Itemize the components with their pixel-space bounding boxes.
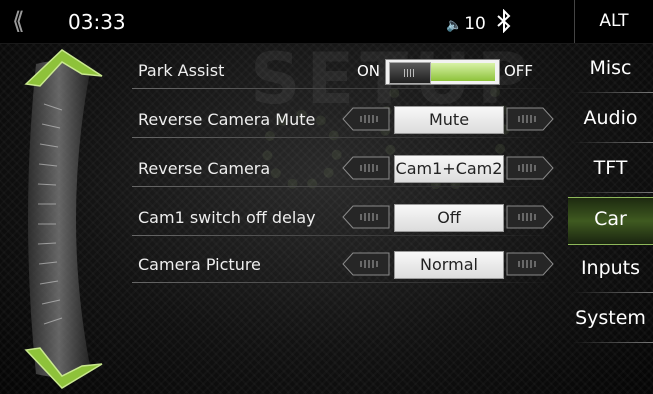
setting-label: Park Assist [138, 61, 225, 80]
volume-level: 10 [464, 14, 486, 34]
tab-audio[interactable]: Audio [568, 97, 653, 143]
setting-row-reverse-camera: Reverse Camera Cam1+Cam2 [132, 153, 560, 187]
tab-label: Misc [589, 57, 632, 79]
category-sidebar: Misc Audio TFT Car Inputs System [568, 43, 653, 394]
tab-divider [572, 292, 653, 293]
alt-button[interactable]: ALT [575, 0, 653, 43]
double-chevron-left-icon[interactable]: ⟨⟨ [12, 7, 25, 35]
row-divider [132, 235, 560, 236]
tab-divider [572, 142, 653, 143]
tab-divider [572, 92, 653, 93]
arrow-right-icon[interactable] [505, 252, 555, 276]
status-bar: ⟨⟨ 03:33 🔈 10 ALT [0, 0, 653, 44]
arrow-left-icon[interactable] [341, 205, 391, 229]
setting-value: Normal [394, 251, 504, 279]
tab-label: TFT [593, 157, 628, 179]
row-divider [132, 186, 560, 187]
arrow-left-icon[interactable] [341, 107, 391, 131]
setting-row-park-assist: Park Assist ON OFF [132, 55, 560, 89]
tab-label: System [575, 307, 646, 329]
row-divider [132, 282, 560, 283]
arrow-right-icon[interactable] [505, 205, 555, 229]
settings-screen: SETUP ⟨⟨ 03:33 🔈10 ALT Park As [0, 0, 653, 394]
toggle-fill [431, 63, 495, 81]
tab-label: Car [594, 208, 627, 230]
park-assist-toggle[interactable] [385, 59, 500, 85]
setting-value: Off [394, 204, 504, 232]
tab-inputs[interactable]: Inputs [568, 247, 653, 293]
toggle-knob[interactable] [389, 62, 431, 84]
setting-row-camera-picture: Camera Picture Normal [132, 249, 560, 283]
bluetooth-icon [497, 9, 511, 33]
arrow-left-icon[interactable] [341, 252, 391, 276]
toggle-off-label: OFF [504, 62, 534, 80]
speaker-icon: 🔈 [446, 18, 463, 33]
grip-icon [404, 69, 416, 77]
scroll-arc[interactable] [18, 44, 110, 394]
toggle-on-label: ON [357, 62, 381, 80]
row-divider [132, 88, 560, 89]
setting-label: Camera Picture [138, 255, 261, 274]
tab-divider [572, 342, 653, 343]
arrow-right-icon[interactable] [505, 107, 555, 131]
setting-row-reverse-camera-mute: Reverse Camera Mute Mute [132, 104, 560, 138]
clock: 03:33 [68, 10, 126, 34]
tab-misc[interactable]: Misc [568, 47, 653, 93]
tab-label: Inputs [580, 257, 641, 279]
setting-label: Reverse Camera [138, 159, 271, 178]
tab-car[interactable]: Car [568, 197, 653, 245]
tab-label: Audio [583, 107, 638, 129]
tab-tft[interactable]: TFT [568, 147, 653, 193]
arrow-right-icon[interactable] [505, 156, 555, 180]
arrow-left-icon[interactable] [341, 156, 391, 180]
volume-indicator: 🔈 10 [446, 14, 486, 34]
setting-row-cam1-switch-off-delay: Cam1 switch off delay Off [132, 202, 560, 236]
row-divider [132, 137, 560, 138]
setting-label: Reverse Camera Mute [138, 110, 316, 129]
setting-value: Cam1+Cam2 [394, 155, 504, 183]
tab-system[interactable]: System [568, 297, 653, 343]
setting-value: Mute [394, 106, 504, 134]
setting-label: Cam1 switch off delay [138, 208, 316, 227]
tab-divider [572, 192, 653, 193]
